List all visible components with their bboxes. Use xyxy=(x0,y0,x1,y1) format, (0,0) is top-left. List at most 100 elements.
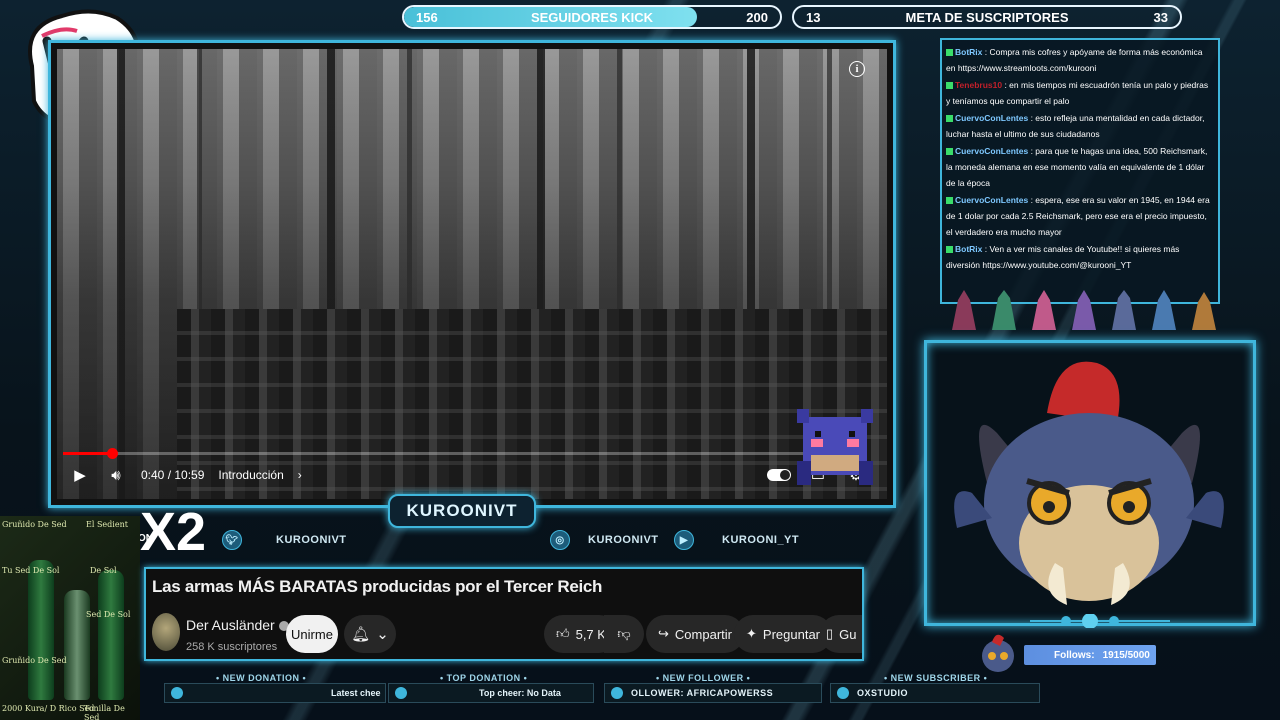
chat-badge-icon xyxy=(946,246,953,254)
social-twitter-label: KUROONIVT xyxy=(276,534,347,546)
mini-avatar-icon xyxy=(982,634,1014,672)
save-button[interactable]: ▯ Gu xyxy=(820,615,862,653)
chat-username[interactable]: CuervoConLentes xyxy=(955,146,1028,156)
cam-caption: Tu Sed De Sol xyxy=(2,566,60,575)
channel-name[interactable]: Der Ausländer xyxy=(186,617,289,633)
x2-multiplier: X2 xyxy=(140,502,207,562)
video-controls: ▶ 🔊︎ 0:40 / 10:59 Introducción › ▭ ⚙ xyxy=(69,463,867,487)
chat-message: BotRix : Ven a ver mis canales de Youtub… xyxy=(946,241,1214,273)
character-minis-row xyxy=(952,290,1216,330)
social-instagram-label: KUROONIVT xyxy=(588,534,659,546)
new-subscriber-box: OXSTUDIO xyxy=(830,683,1040,703)
cam-caption: Sed De Sol xyxy=(86,610,131,619)
cam-caption: De Sol xyxy=(90,566,117,575)
chat-username[interactable]: CuervoConLentes xyxy=(955,195,1028,205)
bell-icon: 🔔︎ xyxy=(351,626,371,643)
left-webcam-feed: Gruñido De Sed El Sedient Tu Sed De Sol … xyxy=(0,516,140,720)
social-youtube: ▶ KUROONI_YT xyxy=(674,530,799,550)
kick-followers-bar: 156 SEGUIDORES KICK 200 xyxy=(402,5,782,29)
kick-label: SEGUIDORES KICK xyxy=(530,9,654,25)
chat-message: BotRix : Compra mis cofres y apóyame de … xyxy=(946,44,1214,76)
chapter-label[interactable]: Introducción xyxy=(218,468,283,482)
chat-badge-icon xyxy=(946,197,953,205)
autoplay-toggle[interactable] xyxy=(767,469,791,481)
chat-message: CuervoConLentes : para que te hagas una … xyxy=(946,143,1214,191)
video-title: Las armas MÁS BARATAS producidas por el … xyxy=(152,577,603,596)
subs-goal-bar: 13 META DE SUSCRIPTORES 33 xyxy=(792,5,1182,29)
follows-counter: Follows: 1915/5000 xyxy=(1024,645,1156,665)
sparkle-icon: ✦ xyxy=(746,626,757,641)
subs-goal: 33 xyxy=(1153,9,1168,25)
subs-label: META DE SUSCRIPTORES xyxy=(905,9,1069,25)
share-button[interactable]: ↪ Compartir xyxy=(646,615,744,653)
chat-badge-icon xyxy=(946,148,953,156)
chat-username[interactable]: BotRix xyxy=(955,244,982,254)
video-progress-bar[interactable] xyxy=(63,448,867,459)
chat-text: : Ven a ver mis canales de Youtube!! si … xyxy=(946,244,1180,270)
chat-message: Tenebrus10 : en mis tiempos mi escuadrón… xyxy=(946,77,1214,109)
instagram-icon: ◎ xyxy=(550,530,570,550)
info-icon[interactable]: i xyxy=(849,61,865,77)
cam-ornament xyxy=(1030,614,1170,628)
donation-icon xyxy=(171,687,183,699)
chat-badge-icon xyxy=(946,82,953,90)
follows-label: Follows: xyxy=(1054,649,1095,661)
video-player-frame: i ▶ 🔊︎ 0:40 / 10:59 Introducción › ▭ ⚙ xyxy=(48,40,896,508)
cam-caption: Gruñido De Sed xyxy=(2,520,67,529)
vtuber-avatar xyxy=(954,361,1224,605)
social-youtube-label: KUROONI_YT xyxy=(722,534,800,546)
bottle-image xyxy=(64,590,90,700)
notifications-button[interactable]: 🔔︎ ⌄ xyxy=(344,615,396,653)
cam-caption: Gruñido De Sed xyxy=(2,656,67,665)
video-player[interactable]: i ▶ 🔊︎ 0:40 / 10:59 Introducción › ▭ ⚙ xyxy=(57,49,887,499)
cam-caption: El Sedient xyxy=(86,520,128,529)
chat-username[interactable]: CuervoConLentes xyxy=(955,113,1028,123)
chat-username[interactable]: Tenebrus10 xyxy=(955,80,1002,90)
video-progress-knob[interactable] xyxy=(107,448,119,459)
new-follower-box: OLLOWER: AFRICAPOWERSS xyxy=(604,683,822,703)
social-twitter: 🐦︎ KUROONIVT xyxy=(222,530,347,550)
ask-button[interactable]: ✦ Preguntar xyxy=(734,615,832,653)
follower-icon xyxy=(611,687,623,699)
chat-panel: BotRix : Compra mis cofres y apóyame de … xyxy=(940,38,1220,304)
youtube-icon: ▶ xyxy=(674,530,694,550)
chat-text: : Compra mis cofres y apóyame de forma m… xyxy=(946,47,1203,73)
channel-avatar[interactable] xyxy=(152,613,180,651)
bookmark-icon: ▯ xyxy=(826,626,834,641)
bottle-image xyxy=(28,560,54,700)
social-instagram: ◎ KUROONIVT xyxy=(550,530,659,550)
twitter-icon: 🐦︎ xyxy=(222,530,242,550)
streamer-nameplate: KUROONIVT xyxy=(388,494,536,528)
new-subscriber-label: • NEW SUBSCRIBER • xyxy=(884,673,988,683)
avatar-camera-frame xyxy=(924,340,1256,626)
chevron-right-icon[interactable]: › xyxy=(298,468,302,482)
video-time: 0:40 / 10:59 xyxy=(141,468,205,482)
chat-message: CuervoConLentes : espera, ese era su val… xyxy=(946,192,1214,240)
chevron-down-icon: ⌄ xyxy=(376,626,389,643)
kick-goal: 200 xyxy=(746,9,768,25)
join-button[interactable]: Unirme xyxy=(286,615,338,653)
subscriber-count: 258 K suscriptores xyxy=(186,641,278,653)
top-donation-icon xyxy=(395,687,407,699)
cam-caption: 2000 Kura/ D Rico Sed xyxy=(2,704,95,713)
new-follower-label: • NEW FOLLOWER • xyxy=(656,673,751,683)
new-donation-box: Latest chee xyxy=(164,683,386,703)
thumbs-up-icon: 👍︎ xyxy=(556,626,570,641)
subscriber-icon xyxy=(837,687,849,699)
new-donation-label: • NEW DONATION • xyxy=(216,673,307,683)
video-info-panel: Las armas MÁS BARATAS producidas por el … xyxy=(144,567,864,661)
dislike-button[interactable]: 👎︎ xyxy=(604,615,644,653)
share-icon: ↪ xyxy=(658,626,669,641)
kick-current: 156 xyxy=(416,9,438,25)
subs-current: 13 xyxy=(806,9,821,25)
play-icon[interactable]: ▶ xyxy=(69,466,91,484)
bottle-image xyxy=(98,570,124,700)
top-donation-box: Top cheer: No Data xyxy=(388,683,594,703)
volume-icon[interactable]: 🔊︎ xyxy=(105,466,127,484)
chat-username[interactable]: BotRix xyxy=(955,47,982,57)
cam-caption: Tonilla De Sed xyxy=(84,704,125,720)
chat-badge-icon xyxy=(946,49,953,57)
pixel-mascot xyxy=(797,409,873,485)
top-donation-label: • TOP DONATION • xyxy=(440,673,528,683)
follows-value: 1915/5000 xyxy=(1102,649,1150,661)
